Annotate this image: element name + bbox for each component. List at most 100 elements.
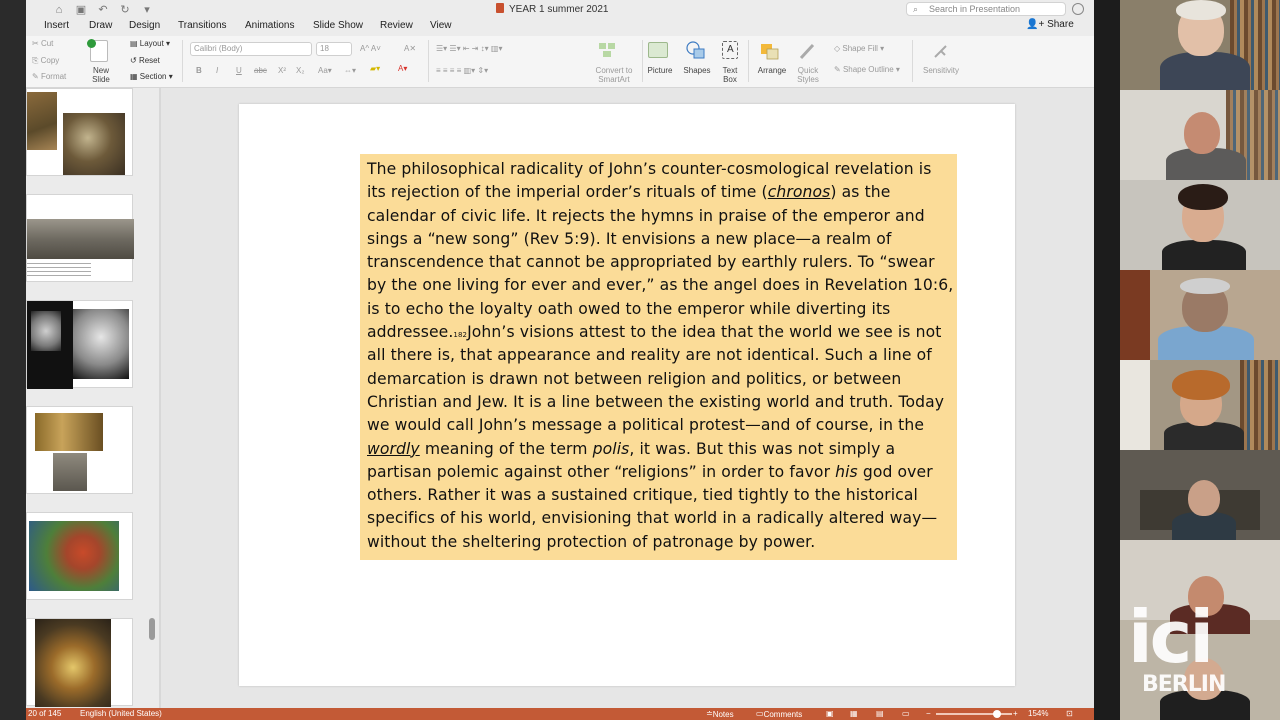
zoom-in-icon[interactable]: +	[1013, 709, 1018, 718]
text-run: is to echo the loyalty oath owed to the …	[367, 299, 891, 318]
slide-text-line: Christian and Jew. It is a line between …	[367, 391, 953, 414]
participant-video[interactable]	[1120, 90, 1280, 180]
arrange-icon[interactable]	[760, 42, 780, 60]
section-label: Section	[139, 72, 167, 81]
layout-label: Layout	[139, 39, 164, 48]
picture-label[interactable]: Picture	[644, 66, 676, 75]
thumbnail-image	[31, 311, 61, 351]
text-run: without the sheltering protection of pat…	[367, 532, 816, 551]
participant-video[interactable]	[1120, 270, 1280, 360]
format-painter-button[interactable]: ✎ Format	[32, 72, 66, 81]
quick-styles-icon[interactable]	[798, 42, 818, 60]
tab-animations[interactable]: Animations	[245, 20, 294, 31]
clear-format-icon[interactable]: A✕	[404, 44, 416, 53]
slide-show-icon[interactable]: ▭	[902, 709, 910, 718]
zoom-out-icon[interactable]: −	[926, 709, 931, 718]
new-slide-label[interactable]: New Slide	[88, 66, 114, 84]
convert-smartart-label[interactable]: Convert to SmartArt	[588, 66, 640, 84]
underline-button[interactable]: U	[236, 66, 242, 75]
thumbnail-image	[27, 92, 57, 150]
picture-icon[interactable]	[648, 42, 668, 58]
bullets-icon[interactable]: ☰▾ ☰▾ ⇤ ⇥ ↕▾ ▥▾	[436, 44, 502, 53]
notes-button[interactable]: ≐ Notes	[706, 709, 734, 719]
tab-insert[interactable]: Insert	[44, 20, 69, 31]
slide-thumbnail[interactable]	[26, 88, 133, 176]
align-icons[interactable]: ≡ ≡ ≡ ≡ ▥▾ ⇕▾	[436, 66, 488, 75]
slide-text-content[interactable]: The philosophical radicality of John’s c…	[367, 158, 953, 554]
change-case-icon[interactable]: Aa▾	[318, 66, 332, 75]
copy-button[interactable]: ⎘ Copy	[32, 56, 59, 66]
slide-text-line: others. Rather it was a sustained critiq…	[367, 484, 953, 507]
thumbnail-image	[35, 413, 103, 451]
tab-review[interactable]: Review	[380, 20, 413, 31]
character-spacing-icon[interactable]: ⇔▾	[344, 66, 356, 75]
font-name-field[interactable]: Calibri (Body)	[190, 42, 312, 56]
participant-video[interactable]	[1120, 180, 1280, 270]
slide-text-line: sings a “new song” (Rev 5:9). It envisio…	[367, 228, 953, 251]
participant-body	[1172, 512, 1236, 540]
search-input[interactable]: ⌕ Search in Presentation	[906, 2, 1066, 16]
highlight-icon[interactable]: ▰▾	[370, 64, 380, 73]
share-button[interactable]: 👤+ Share	[1026, 19, 1074, 30]
shapes-label[interactable]: Shapes	[682, 66, 712, 75]
normal-view-icon[interactable]: ▣	[826, 709, 834, 718]
new-slide-icon[interactable]	[87, 39, 108, 62]
thumbnail-scrollbar[interactable]	[149, 618, 155, 640]
account-icon[interactable]	[1072, 3, 1084, 15]
undo-icon[interactable]: ↶	[96, 4, 110, 16]
tab-transitions[interactable]: Transitions	[178, 20, 227, 31]
bold-button[interactable]: B	[196, 66, 202, 75]
slide-thumbnail[interactable]	[26, 618, 133, 707]
text-run: demarcation is drawn not between religio…	[367, 369, 902, 388]
slide-thumbnail[interactable]	[26, 406, 133, 494]
shape-fill-button[interactable]: ◇ Shape Fill ▾	[834, 44, 884, 53]
participant-video[interactable]	[1120, 450, 1280, 540]
fit-slide-icon[interactable]: ⊡	[1066, 709, 1073, 718]
zoom-slider-handle[interactable]	[992, 710, 1001, 718]
slide-thumbnail[interactable]	[26, 194, 134, 282]
text-run: chronos	[767, 183, 831, 202]
shape-outline-button[interactable]: ✎ Shape Outline ▾	[834, 65, 900, 74]
sensitivity-label[interactable]: Sensitivity	[918, 66, 964, 75]
sensitivity-icon[interactable]	[932, 42, 950, 60]
font-grow-icon[interactable]: A^ A˅	[360, 44, 381, 53]
superscript-button[interactable]: X²	[278, 66, 286, 75]
home-icon[interactable]: ⌂	[52, 4, 66, 16]
comments-button[interactable]: ▭ Comments	[756, 709, 802, 719]
save-icon[interactable]: ▣	[74, 4, 88, 16]
font-color-icon[interactable]: A▾	[398, 64, 407, 73]
italic-button[interactable]: I	[216, 66, 218, 75]
slide-thumbnail[interactable]	[26, 300, 133, 389]
subscript-button[interactable]: X₂	[296, 66, 304, 75]
zoom-level[interactable]: 154%	[1028, 709, 1048, 718]
shapes-icon[interactable]	[686, 41, 706, 59]
strikethrough-button[interactable]: abc	[254, 66, 267, 75]
text-run: polis	[592, 439, 630, 458]
arrange-label[interactable]: Arrange	[754, 66, 790, 75]
reset-button[interactable]: ↺ Reset	[130, 56, 160, 65]
participant-video[interactable]	[1120, 360, 1280, 450]
slide-thumbnail[interactable]	[26, 512, 133, 600]
notes-label: Notes	[712, 710, 734, 719]
layout-button[interactable]: ▤ Layout ▾	[130, 39, 170, 48]
thumbnail-image	[35, 619, 111, 707]
tab-design[interactable]: Design	[129, 20, 160, 31]
participant-video[interactable]	[1120, 0, 1280, 90]
tab-slide-show[interactable]: Slide Show	[313, 20, 363, 31]
text-box-icon[interactable]: A	[722, 41, 738, 59]
tab-draw[interactable]: Draw	[89, 20, 112, 31]
font-size-field[interactable]: 18	[316, 42, 352, 56]
tab-view[interactable]: View	[430, 20, 452, 31]
reading-view-icon[interactable]: ▤	[876, 709, 884, 718]
language-indicator[interactable]: English (United States)	[80, 709, 162, 718]
convert-smartart-icon[interactable]	[598, 40, 616, 58]
slide-sorter-icon[interactable]: ▦	[850, 709, 858, 718]
redo-icon[interactable]: ↻	[118, 4, 132, 16]
quick-styles-label[interactable]: Quick Styles	[794, 66, 822, 84]
text-box-label[interactable]: Text Box	[718, 66, 742, 84]
slide-thumbnail-pane	[26, 88, 159, 708]
text-run: specifics of his world, envisioning that…	[367, 509, 938, 528]
customize-toolbar-icon[interactable]: ▾	[140, 4, 154, 16]
cut-button[interactable]: ✂ Cut	[32, 39, 53, 48]
section-button[interactable]: ▦ Section ▾	[130, 72, 173, 81]
